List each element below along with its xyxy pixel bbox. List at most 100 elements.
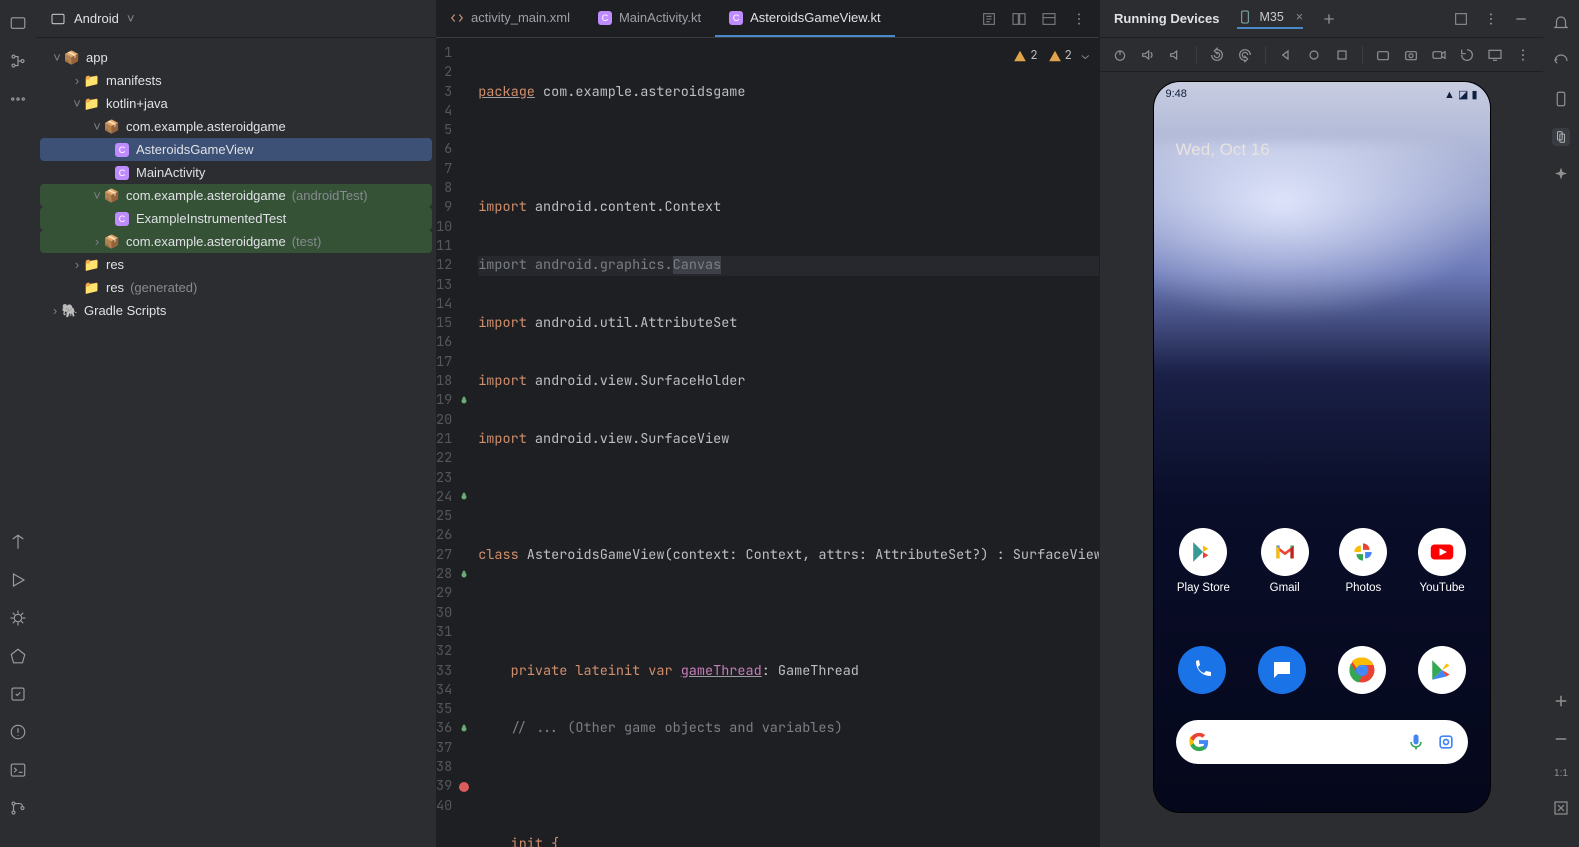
- kotlin-class-icon: C: [115, 212, 129, 226]
- project-dropdown-label: Android: [74, 11, 119, 26]
- tree-res[interactable]: ›📁res: [40, 253, 432, 276]
- tree-manifests[interactable]: ›📁manifests: [40, 69, 432, 92]
- folder-icon: 📁: [84, 280, 100, 296]
- notifications-icon[interactable]: [1552, 14, 1570, 32]
- rotate-left-icon[interactable]: [1209, 47, 1225, 63]
- folder-icon: 📁: [84, 257, 100, 273]
- kotlin-icon: C: [598, 11, 612, 25]
- kotlin-icon: C: [729, 11, 743, 25]
- package-icon: 📦: [104, 188, 120, 204]
- tree-app[interactable]: ˅📦app: [40, 46, 432, 69]
- project-dropdown[interactable]: Android ˅: [36, 0, 436, 38]
- volume-down-icon[interactable]: [1168, 47, 1184, 63]
- package-icon: 📦: [104, 119, 120, 135]
- running-devices-icon[interactable]: [1552, 128, 1570, 146]
- override-icon[interactable]: [458, 395, 470, 407]
- app-youtube[interactable]: YouTube: [1418, 528, 1466, 594]
- tree-class-exampleinstrumentedtest[interactable]: CExampleInstrumentedTest: [40, 207, 432, 230]
- display-settings-icon[interactable]: [1487, 47, 1503, 63]
- problems-icon[interactable]: [9, 723, 27, 741]
- tree-package-main[interactable]: ˅📦com.example.asteroidgame: [40, 115, 432, 138]
- google-search-bar[interactable]: [1176, 720, 1468, 764]
- split-icon[interactable]: [1011, 11, 1027, 27]
- tree-kotlinjava[interactable]: ˅📁kotlin+java: [40, 92, 432, 115]
- app-gmail[interactable]: Gmail: [1261, 528, 1309, 594]
- project-panel: Android ˅ ˅📦app ›📁manifests ˅📁kotlin+jav…: [36, 0, 436, 847]
- zoom-out-icon[interactable]: [1552, 730, 1570, 748]
- vcs-icon[interactable]: [9, 799, 27, 817]
- screenshot-icon[interactable]: [1375, 47, 1391, 63]
- more-icon[interactable]: [9, 90, 27, 108]
- volume-up-icon[interactable]: [1140, 47, 1156, 63]
- power-icon[interactable]: [1112, 47, 1128, 63]
- ai-assistant-icon[interactable]: [1552, 166, 1570, 184]
- gradle-sync-icon[interactable]: [1552, 52, 1570, 70]
- run-icon[interactable]: [9, 571, 27, 589]
- app-play-store[interactable]: Play Store: [1177, 528, 1230, 594]
- add-device-icon[interactable]: [1321, 11, 1337, 27]
- folder-icon: 📁: [84, 73, 100, 89]
- terminal-icon[interactable]: [9, 761, 27, 779]
- kotlin-class-icon: C: [115, 143, 129, 157]
- lens-icon[interactable]: [1436, 732, 1456, 752]
- tree-res-generated[interactable]: 📁res(generated): [40, 276, 432, 299]
- left-tool-stripe: [0, 0, 36, 847]
- build-icon[interactable]: [9, 533, 27, 551]
- tree-gradle-scripts[interactable]: ›🐘Gradle Scripts: [40, 299, 432, 322]
- app-chrome[interactable]: [1338, 646, 1386, 694]
- home-icon[interactable]: [1306, 47, 1322, 63]
- tab-activity-main-xml[interactable]: activity_main.xml: [436, 0, 584, 37]
- profiler-icon[interactable]: [9, 647, 27, 665]
- tab-menu-icon[interactable]: [1071, 11, 1087, 27]
- emulator-screen[interactable]: 9:48 ▲ ◪ ▮ Wed, Oct 16 Play Store Gmail …: [1154, 82, 1490, 812]
- close-tab-icon[interactable]: ×: [1296, 10, 1303, 24]
- device-manager-icon[interactable]: [1552, 90, 1570, 108]
- record-icon[interactable]: [1431, 47, 1447, 63]
- app-inspection-icon[interactable]: [9, 685, 27, 703]
- rotate-right-icon[interactable]: [1237, 47, 1253, 63]
- tab-mainactivity[interactable]: CMainActivity.kt: [584, 0, 715, 37]
- override-icon[interactable]: [458, 569, 470, 581]
- window-icon[interactable]: [1453, 11, 1469, 27]
- app-phone[interactable]: [1178, 646, 1226, 694]
- panel-menu-icon[interactable]: [1483, 11, 1499, 27]
- gutter-icons: [458, 38, 470, 847]
- code-area[interactable]: package com.example.asteroidsgame import…: [470, 38, 1099, 847]
- inspection-badges[interactable]: 2 2 ⌄: [1013, 46, 1089, 65]
- fit-icon[interactable]: [1552, 799, 1570, 817]
- device-menu-icon[interactable]: [1515, 47, 1531, 63]
- right-tool-stripe: 1:1: [1543, 0, 1579, 847]
- tree-package-androidtest[interactable]: ˅📦com.example.asteroidgame(androidTest): [40, 184, 432, 207]
- device-tab[interactable]: M35×: [1237, 9, 1303, 29]
- back-icon[interactable]: [1278, 47, 1294, 63]
- kotlin-class-icon: C: [115, 166, 129, 180]
- tree-class-asteroidsgameview[interactable]: CAsteroidsGameView: [40, 138, 432, 161]
- reader-mode-icon[interactable]: [981, 11, 997, 27]
- overview-icon[interactable]: [1334, 47, 1350, 63]
- layout-icon[interactable]: [1041, 11, 1057, 27]
- line-numbers: 1234567891011121314151617181920212223242…: [436, 38, 458, 847]
- tree-package-test[interactable]: ›📦com.example.asteroidgame(test): [40, 230, 432, 253]
- code-editor[interactable]: 2 2 ⌄ 1234567891011121314151617181920212…: [436, 38, 1099, 847]
- editor-tabs: activity_main.xml CMainActivity.kt CAste…: [436, 0, 1099, 38]
- project-tree: ˅📦app ›📁manifests ˅📁kotlin+java ˅📦com.ex…: [36, 38, 436, 330]
- override-icon[interactable]: [458, 723, 470, 735]
- mic-icon[interactable]: [1406, 732, 1426, 752]
- debug-icon[interactable]: [9, 609, 27, 627]
- running-devices-panel: Running Devices M35×: [1099, 0, 1543, 847]
- module-icon: 📦: [64, 50, 80, 66]
- reset-icon[interactable]: [1459, 47, 1475, 63]
- structure-icon[interactable]: [9, 52, 27, 70]
- camera-icon[interactable]: [1403, 47, 1419, 63]
- app-play-store-dock[interactable]: [1418, 646, 1466, 694]
- zoom-in-icon[interactable]: [1552, 692, 1570, 710]
- running-devices-title: Running Devices: [1114, 11, 1219, 26]
- hide-icon[interactable]: [1513, 11, 1529, 27]
- override-icon[interactable]: [458, 491, 470, 503]
- project-icon[interactable]: [9, 14, 27, 32]
- tree-class-mainactivity[interactable]: CMainActivity: [40, 161, 432, 184]
- breakpoint-icon[interactable]: [459, 782, 469, 792]
- app-photos[interactable]: Photos: [1339, 528, 1387, 594]
- tab-asteroidsgameview[interactable]: CAsteroidsGameView.kt: [715, 0, 895, 37]
- app-messages[interactable]: [1258, 646, 1306, 694]
